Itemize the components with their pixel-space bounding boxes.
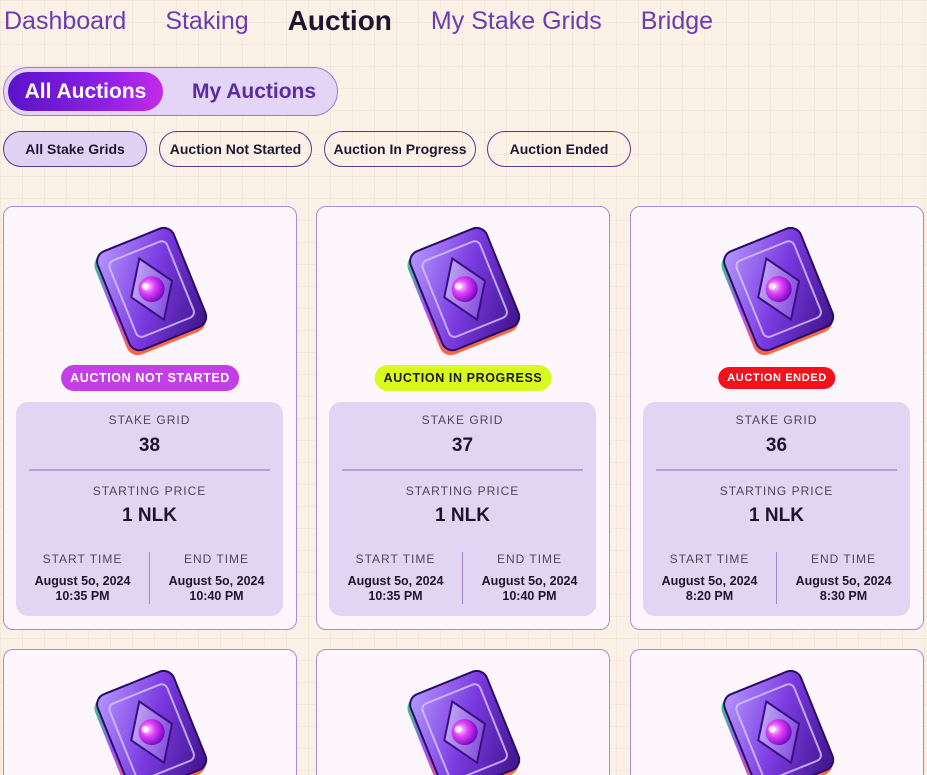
auction-card[interactable]: AUCTION NOT STARTED STAKE GRID 38 STARTI… (3, 206, 297, 630)
start-date: August 5o, 2024 (661, 574, 758, 588)
auction-card[interactable]: AUCTION IN PROGRESS STAKE GRID 37 STARTI… (316, 206, 610, 630)
stake-grid-gem-icon (407, 227, 521, 356)
start-time-label: START TIME (355, 552, 436, 566)
status-badge: AUCTION IN PROGRESS (374, 365, 552, 391)
end-time-label: END TIME (810, 552, 877, 566)
start-time-block: START TIME August 5o, 2024 8:20 PM (643, 552, 776, 604)
start-time-label: START TIME (42, 552, 123, 566)
divider (656, 469, 897, 471)
filter-all-stake-grids[interactable]: All Stake Grids (3, 131, 147, 167)
auction-info-panel: STAKE GRID 36 STARTING PRICE 1 NLK START… (643, 402, 910, 616)
end-time-label: END TIME (496, 552, 563, 566)
stake-grid-gem-icon (94, 670, 208, 775)
filter-auction-in-progress[interactable]: Auction In Progress (324, 131, 476, 167)
start-time-block: START TIME August 5o, 2024 10:35 PM (329, 552, 462, 604)
status-badge: AUCTION NOT STARTED (61, 365, 239, 391)
filter-auction-ended[interactable]: Auction Ended (487, 131, 631, 167)
end-time-label: END TIME (183, 552, 250, 566)
auction-card[interactable] (316, 649, 610, 775)
starting-price-label: STARTING PRICE (405, 484, 520, 498)
nav-my-stake-grids[interactable]: My Stake Grids (431, 7, 602, 36)
starting-price-label: STARTING PRICE (92, 484, 207, 498)
start-date: August 5o, 2024 (34, 574, 131, 588)
start-time-label: START TIME (669, 552, 750, 566)
end-time: 10:40 PM (502, 589, 557, 603)
nav-staking[interactable]: Staking (165, 7, 248, 36)
start-time: 10:35 PM (368, 589, 423, 603)
nav-auction[interactable]: Auction (288, 5, 392, 37)
top-nav: Dashboard Staking Auction My Stake Grids… (4, 4, 752, 38)
start-date: August 5o, 2024 (347, 574, 444, 588)
end-date: August 5o, 2024 (168, 574, 265, 588)
end-time-block: END TIME August 5o, 2024 8:30 PM (777, 552, 910, 604)
status-badge: AUCTION ENDED (718, 367, 836, 389)
stake-grid-label: STAKE GRID (735, 413, 818, 427)
end-time-block: END TIME August 5o, 2024 10:40 PM (150, 552, 283, 604)
end-date: August 5o, 2024 (481, 574, 578, 588)
divider (342, 469, 583, 471)
tab-my-auctions[interactable]: My Auctions (179, 72, 329, 111)
filter-auction-not-started[interactable]: Auction Not Started (159, 131, 312, 167)
stake-grid-gem-icon (721, 227, 835, 356)
stake-grid-label: STAKE GRID (421, 413, 504, 427)
start-time: 8:20 PM (685, 589, 734, 603)
end-time-block: END TIME August 5o, 2024 10:40 PM (463, 552, 596, 604)
end-date: August 5o, 2024 (795, 574, 892, 588)
stake-grid-value: 38 (138, 435, 161, 456)
nav-dashboard[interactable]: Dashboard (4, 7, 126, 36)
end-time: 10:40 PM (189, 589, 244, 603)
end-time: 8:30 PM (819, 589, 868, 603)
stake-grid-gem-icon (721, 670, 835, 775)
nav-bridge[interactable]: Bridge (641, 7, 713, 36)
starting-price-value: 1 NLK (435, 505, 490, 526)
start-time-block: START TIME August 5o, 2024 10:35 PM (16, 552, 149, 604)
start-time: 10:35 PM (55, 589, 110, 603)
stake-grid-value: 36 (765, 435, 788, 456)
auction-card[interactable] (3, 649, 297, 775)
starting-price-value: 1 NLK (122, 505, 177, 526)
auction-info-panel: STAKE GRID 38 STARTING PRICE 1 NLK START… (16, 402, 283, 616)
auction-card[interactable] (630, 649, 924, 775)
stake-grid-gem-icon (407, 670, 521, 775)
tab-all-auctions[interactable]: All Auctions (8, 72, 163, 111)
starting-price-label: STARTING PRICE (719, 484, 834, 498)
auction-tabs: All Auctions My Auctions (3, 67, 338, 116)
stake-grid-gem-icon (94, 227, 208, 356)
auction-card[interactable]: AUCTION ENDED STAKE GRID 36 STARTING PRI… (630, 206, 924, 630)
divider (29, 469, 270, 471)
auction-info-panel: STAKE GRID 37 STARTING PRICE 1 NLK START… (329, 402, 596, 616)
stake-grid-label: STAKE GRID (108, 413, 191, 427)
starting-price-value: 1 NLK (749, 505, 804, 526)
stake-grid-value: 37 (451, 435, 474, 456)
